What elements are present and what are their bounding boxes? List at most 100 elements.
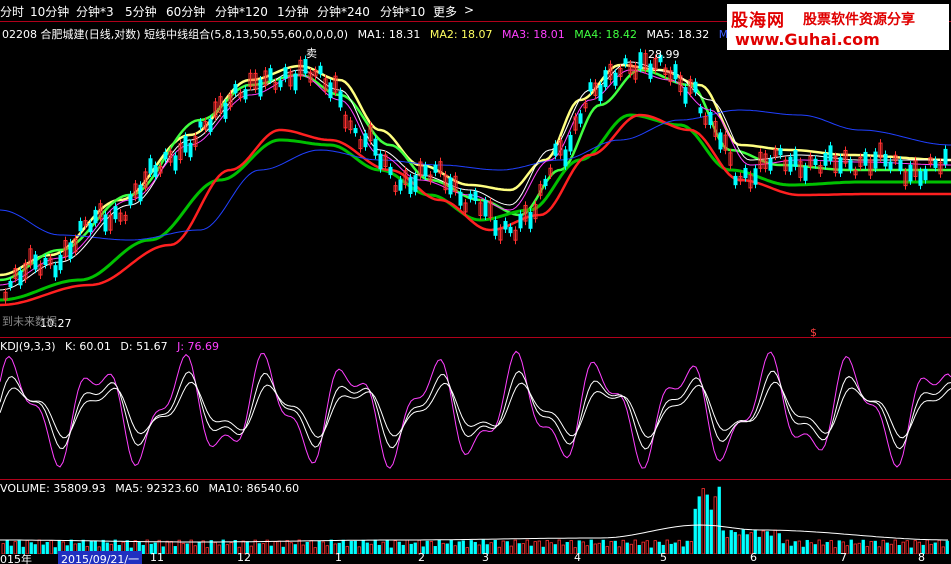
candle-body (778, 148, 783, 156)
volume-bar (169, 541, 173, 555)
volume-bar (861, 539, 865, 555)
candle-body (803, 166, 808, 181)
candle-body (888, 161, 893, 170)
candle-body (648, 63, 653, 79)
volume-bar (745, 534, 749, 555)
kdj-k-line (0, 370, 951, 450)
volume-bar (613, 540, 617, 555)
volume-bar (197, 541, 201, 555)
ma-darkgreen (0, 113, 951, 302)
candle-body (813, 158, 818, 166)
kdj-d-value: D: 51.67 (120, 340, 168, 353)
candle-body (103, 214, 108, 232)
volume-bar (377, 544, 381, 555)
volume-bar (397, 541, 401, 555)
candle-body (398, 179, 403, 191)
volume-bar (681, 546, 685, 555)
candle-body (283, 67, 288, 79)
date-tick-5: 5 (660, 551, 667, 564)
volume-bar (41, 544, 45, 555)
volume-bar (569, 540, 573, 555)
volume-bar (633, 539, 637, 555)
kdj-divider (0, 337, 951, 338)
candle-body (823, 153, 828, 166)
volume-bar (489, 542, 493, 555)
candle-body (88, 223, 93, 233)
candle-body (198, 121, 203, 128)
candle-body (563, 149, 568, 167)
volume-bar (257, 543, 261, 555)
volume-bar (597, 542, 601, 555)
volume-bar (525, 539, 529, 555)
volume-bar (877, 546, 881, 555)
sell-signal-label: 卖 (306, 47, 317, 60)
volume-bar (709, 509, 713, 555)
volume-bar (541, 546, 545, 555)
candle-body (848, 160, 853, 170)
ma-purple (0, 69, 951, 286)
volume-bar (693, 508, 697, 555)
volume-bar (361, 539, 365, 555)
volume-bar (717, 486, 721, 555)
volume-bar (889, 543, 893, 555)
candle-body (268, 68, 273, 81)
candle-body (553, 143, 558, 156)
candle-body (578, 113, 583, 124)
volume-bar (797, 540, 801, 555)
volume-bar (557, 539, 561, 555)
volume-bar (853, 543, 857, 555)
candle-body (873, 151, 878, 169)
candle-body (153, 165, 158, 177)
candle-body (318, 65, 323, 75)
volume-bar (345, 546, 349, 555)
volume-bar (501, 540, 505, 555)
volume-bar (293, 544, 297, 555)
volume-bar (449, 539, 453, 555)
candle-body (8, 280, 13, 288)
volume-bar (309, 540, 313, 555)
candle-body (18, 270, 23, 286)
volume-bar (173, 546, 177, 555)
volume-bar (285, 539, 289, 555)
candle-body (828, 145, 833, 162)
volume-bar (341, 539, 345, 555)
candle-body (448, 177, 453, 195)
ma-red (0, 113, 951, 307)
candle-body (673, 64, 678, 80)
volume-bar (433, 546, 437, 555)
candle-body (378, 153, 383, 170)
candle-body (58, 254, 63, 271)
candle-body (528, 211, 533, 229)
volume-bar (329, 539, 333, 555)
volume-bar (321, 541, 325, 555)
volume-bar (505, 541, 509, 555)
volume-bar (349, 541, 353, 555)
candle-body (493, 220, 498, 236)
volume-bar (517, 543, 521, 555)
volume-bar (605, 546, 609, 555)
volume-bar (529, 545, 533, 555)
candle-body (718, 132, 723, 150)
candle-body (113, 206, 118, 220)
volume-bar (813, 544, 817, 555)
candle-body (923, 168, 928, 181)
date-tick-11: 11 (150, 551, 164, 564)
candle-body (733, 175, 738, 186)
volume-bar (453, 545, 457, 555)
volume-bar (849, 539, 853, 555)
volume-ma-line (0, 524, 948, 543)
volume-bar (521, 543, 525, 555)
volume-bar (593, 543, 597, 555)
candle-body (183, 135, 188, 153)
volume-bar (273, 541, 277, 555)
candle-body (508, 226, 513, 234)
volume-bar (653, 540, 657, 555)
volume-bar (425, 540, 429, 555)
candle-body (363, 133, 368, 148)
candle-body (413, 175, 418, 192)
volume-bar (253, 539, 257, 555)
volume-bar (185, 543, 189, 555)
volume-bar (781, 543, 785, 555)
candle-body (408, 177, 413, 195)
volume-bar (793, 541, 797, 555)
